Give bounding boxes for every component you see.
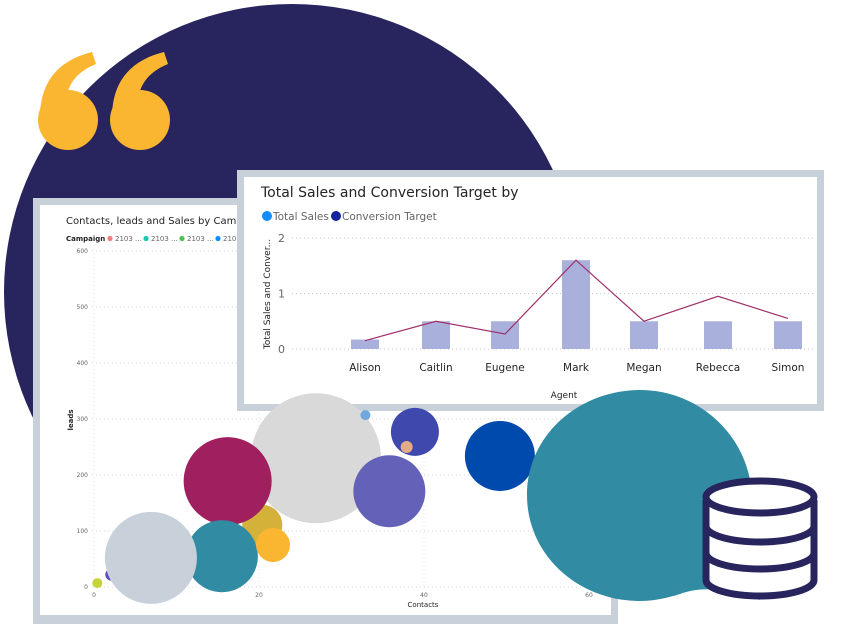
scatter-y-tick: 400 (77, 360, 89, 367)
bar-y-tick: 0 (278, 343, 285, 356)
bar-legend-label: Total Sales (272, 211, 329, 223)
scatter-x-tick: 0 (92, 592, 96, 599)
scatter-y-axis-label: leads (67, 409, 75, 430)
scatter-bubble (92, 578, 103, 589)
bar-total-sales (422, 321, 450, 349)
bar-x-axis-label: Agent (551, 391, 578, 401)
database-icon (702, 477, 818, 600)
scatter-y-tick: 0 (84, 584, 88, 591)
scatter-x-tick: 40 (420, 592, 428, 599)
bar-x-tick: Mark (563, 362, 590, 374)
scatter-legend-label: 2103 ... (151, 235, 178, 243)
bar-x-tick: Simon (772, 362, 805, 374)
scatter-legend-marker (107, 235, 113, 242)
scatter-y-tick: 300 (77, 416, 89, 423)
bar-total-sales (774, 321, 802, 349)
bar-total-sales (351, 339, 379, 349)
bar-y-axis-label: Total Sales and Conver... (263, 239, 273, 350)
bar-x-tick: Megan (626, 362, 661, 374)
scatter-legend-label: 2103 ... (115, 235, 142, 243)
scatter-x-axis-label: Contacts (408, 601, 439, 609)
scatter-y-tick: 200 (77, 472, 89, 479)
bar-total-sales (630, 321, 658, 349)
scatter-title: Contacts, leads and Sales by Campaign (66, 216, 264, 227)
illustration: Contacts, leads and Sales by Campaign Ca… (4, 4, 824, 624)
scatter-bubble (256, 528, 291, 562)
bar-legend-marker (262, 211, 272, 221)
scatter-legend-marker (143, 235, 149, 242)
bar-x-tick: Eugene (485, 362, 525, 374)
scatter-bubble (400, 441, 413, 453)
bar-y-tick: 2 (278, 232, 285, 245)
scatter-legend-title: Campaign (66, 235, 105, 243)
bar-legend-label: Conversion Target (342, 211, 437, 223)
scatter-x-tick: 60 (585, 592, 593, 599)
scatter-bubble (183, 437, 272, 526)
bar-legend: Total Sales Conversion Target (262, 211, 437, 223)
bar-total-sales (491, 321, 519, 349)
scatter-y-tick: 500 (77, 304, 89, 311)
scatter-y-tick: 100 (77, 528, 89, 535)
scatter-bubble (390, 407, 439, 456)
bar-total-sales (562, 260, 590, 349)
bar-line-panel: Total Sales and Conversion Target by Tot… (237, 170, 824, 411)
scatter-bubble (360, 410, 371, 421)
scatter-bubble (104, 511, 197, 604)
scatter-bubble (353, 455, 426, 528)
scatter-legend-marker (215, 235, 221, 242)
scatter-legend-label: 2103 ... (187, 235, 214, 243)
scatter-y-tick: 600 (77, 248, 89, 255)
scatter-bubble (464, 420, 535, 491)
bar-total-sales (704, 321, 732, 349)
bar-x-tick: Rebecca (696, 362, 740, 374)
bar-legend-marker (331, 211, 341, 221)
scatter-x-tick: 20 (255, 592, 263, 599)
scatter-legend-marker (179, 235, 185, 242)
bar-x-tick: Caitlin (419, 362, 452, 374)
bar-y-tick: 1 (278, 288, 285, 301)
bar-chart-title: Total Sales and Conversion Target by (260, 185, 519, 201)
bar-x-tick: Alison (349, 362, 381, 374)
